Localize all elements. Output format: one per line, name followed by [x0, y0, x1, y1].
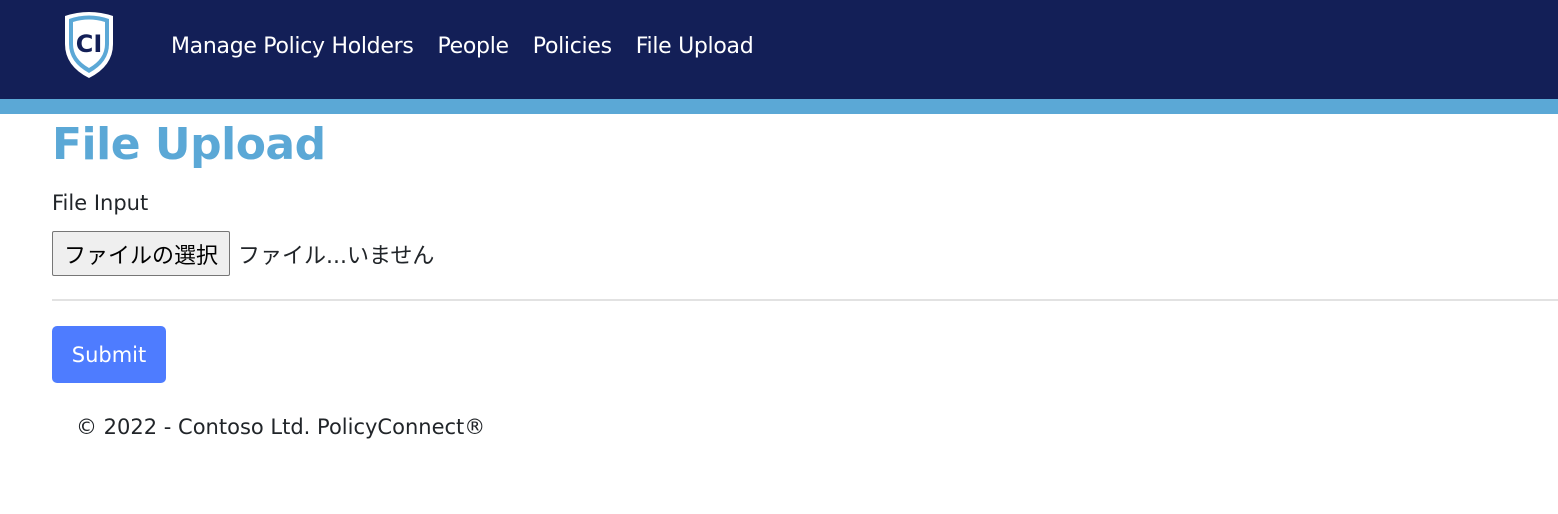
nav-link-manage-policy-holders[interactable]: Manage Policy Holders — [171, 31, 414, 63]
nav-link-file-upload[interactable]: File Upload — [636, 31, 754, 63]
shield-logo-icon[interactable]: CI — [60, 10, 118, 80]
nav-link-people[interactable]: People — [437, 31, 509, 63]
file-input: ファイルの選択 ファイル...いません — [52, 231, 434, 276]
file-status-text: ファイル...いません — [238, 243, 435, 269]
submit-button[interactable]: Submit — [52, 326, 166, 383]
divider — [52, 299, 1558, 301]
page-title: File Upload — [52, 119, 326, 170]
file-input-label: File Input — [52, 191, 149, 215]
main-nav: Manage Policy Holders People Policies Fi… — [171, 31, 754, 63]
accent-bar — [0, 99, 1558, 114]
footer-copyright: © 2022 - Contoso Ltd. PolicyConnect® — [76, 415, 486, 439]
top-navbar: CI Manage Policy Holders People Policies… — [0, 0, 1558, 99]
choose-file-button[interactable]: ファイルの選択 — [52, 231, 231, 276]
nav-link-policies[interactable]: Policies — [533, 31, 612, 63]
svg-text:CI: CI — [76, 30, 103, 58]
